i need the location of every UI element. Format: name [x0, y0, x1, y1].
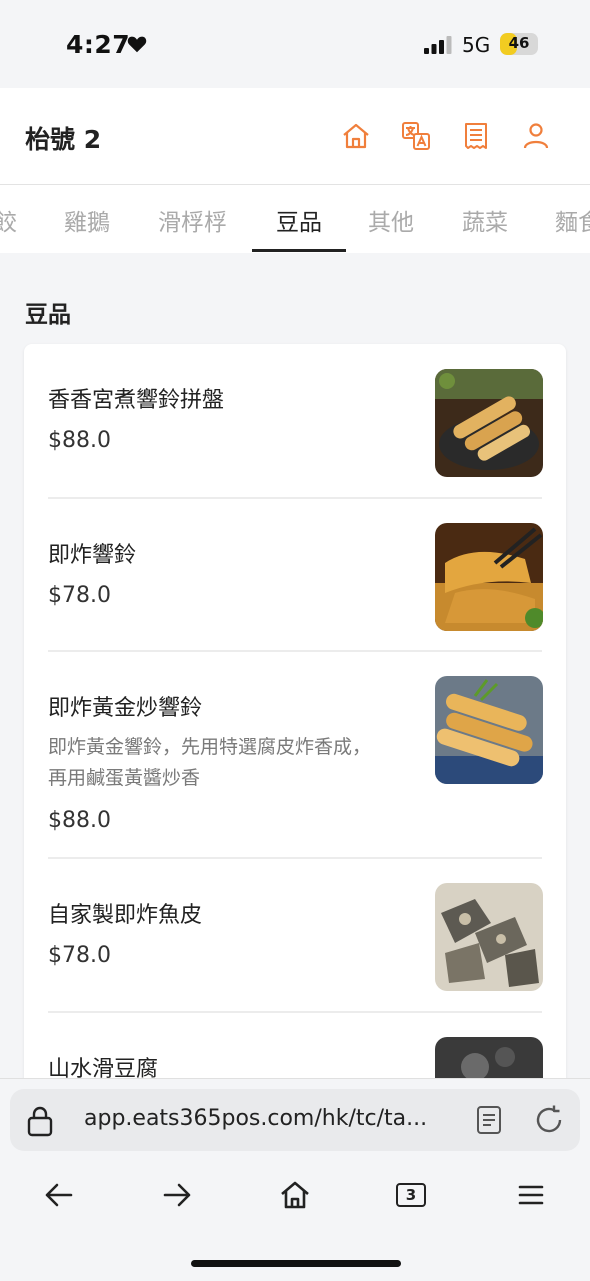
status-time: 4:27 [66, 30, 131, 59]
item-price: $78.0 [48, 943, 111, 968]
menu-item[interactable]: 自家製即炸魚皮 $78.0 [24, 859, 566, 1011]
menu-item[interactable]: 即炸響鈴 $78.0 [24, 499, 566, 651]
signal-icon [424, 36, 452, 54]
category-tab[interactable]: 蔬菜 [462, 203, 508, 237]
home-indicator [191, 1260, 401, 1267]
translate-icon[interactable] [401, 121, 431, 151]
network-type: 5G [462, 33, 491, 57]
category-tab[interactable]: 麵食 [555, 203, 590, 237]
item-price: $88.0 [48, 808, 111, 833]
item-description-line: 再用鹹蛋黃醬炒香 [48, 767, 201, 789]
item-description-line: 即炸黃金響鈴，先用特選腐皮炸香成， [48, 736, 372, 758]
url-text: app.eats365pos.com/hk/tc/ta... [84, 1106, 428, 1131]
menu-item[interactable]: 即炸黃金炒響鈴 即炸黃金響鈴，先用特選腐皮炸香成， 再用鹹蛋黃醬炒香 $88.0 [24, 652, 566, 857]
menu-item[interactable]: 香香宮煮響鈴拼盤 $88.0 [24, 344, 566, 497]
heart-icon [127, 36, 147, 53]
item-photo [435, 676, 543, 784]
item-photo [435, 883, 543, 991]
active-tab-underline [252, 249, 346, 252]
home-icon[interactable] [279, 1179, 311, 1211]
item-description: 即炸黃金響鈴，先用特選腐皮炸香成， 再用鹹蛋黃醬炒香 [48, 732, 418, 794]
category-tab-active[interactable]: 豆品 [276, 203, 322, 237]
reader-icon[interactable] [476, 1105, 502, 1135]
menu-item-list: 香香宮煮響鈴拼盤 $88.0 即炸響鈴 $78.0 即炸黃金炒響鈴 即炸黃金響鈴… [24, 344, 566, 1124]
page-title: 枱號 2 [25, 125, 102, 154]
category-tab[interactable]: 滑桴桴 [158, 203, 227, 237]
status-bar: 4:27 5G 46 [0, 0, 590, 88]
address-bar[interactable]: app.eats365pos.com/hk/tc/ta... [10, 1089, 580, 1151]
item-name: 即炸黃金炒響鈴 [48, 696, 203, 721]
item-price: $88.0 [48, 428, 111, 453]
category-tabs: 餃 雞鵝 滑桴桴 豆品 其他 蔬菜 麵食 [0, 185, 590, 253]
category-tab[interactable]: 餃 [0, 203, 17, 237]
user-icon[interactable] [521, 121, 551, 151]
back-icon[interactable] [43, 1179, 75, 1211]
category-tab[interactable]: 其他 [368, 203, 414, 237]
tabs-icon[interactable]: 3 [396, 1183, 426, 1207]
receipt-icon[interactable] [461, 121, 491, 151]
item-name: 自家製即炸魚皮 [48, 903, 203, 928]
item-photo [435, 523, 543, 631]
item-name: 香香宮煮響鈴拼盤 [48, 388, 225, 413]
category-tab[interactable]: 雞鵝 [64, 203, 110, 237]
forward-icon[interactable] [161, 1179, 193, 1211]
battery-level: 46 [508, 34, 530, 52]
app-header: 枱號 2 [0, 88, 590, 185]
home-icon[interactable] [341, 121, 371, 151]
item-price: $78.0 [48, 583, 111, 608]
item-photo [435, 369, 543, 477]
reload-icon[interactable] [534, 1105, 564, 1135]
menu-icon[interactable] [515, 1179, 547, 1211]
battery-indicator: 46 [500, 33, 538, 55]
lock-icon [27, 1106, 53, 1137]
item-name: 即炸響鈴 [48, 543, 137, 568]
section-title: 豆品 [25, 302, 71, 328]
browser-toolbar: app.eats365pos.com/hk/tc/ta... 3 [0, 1078, 590, 1281]
